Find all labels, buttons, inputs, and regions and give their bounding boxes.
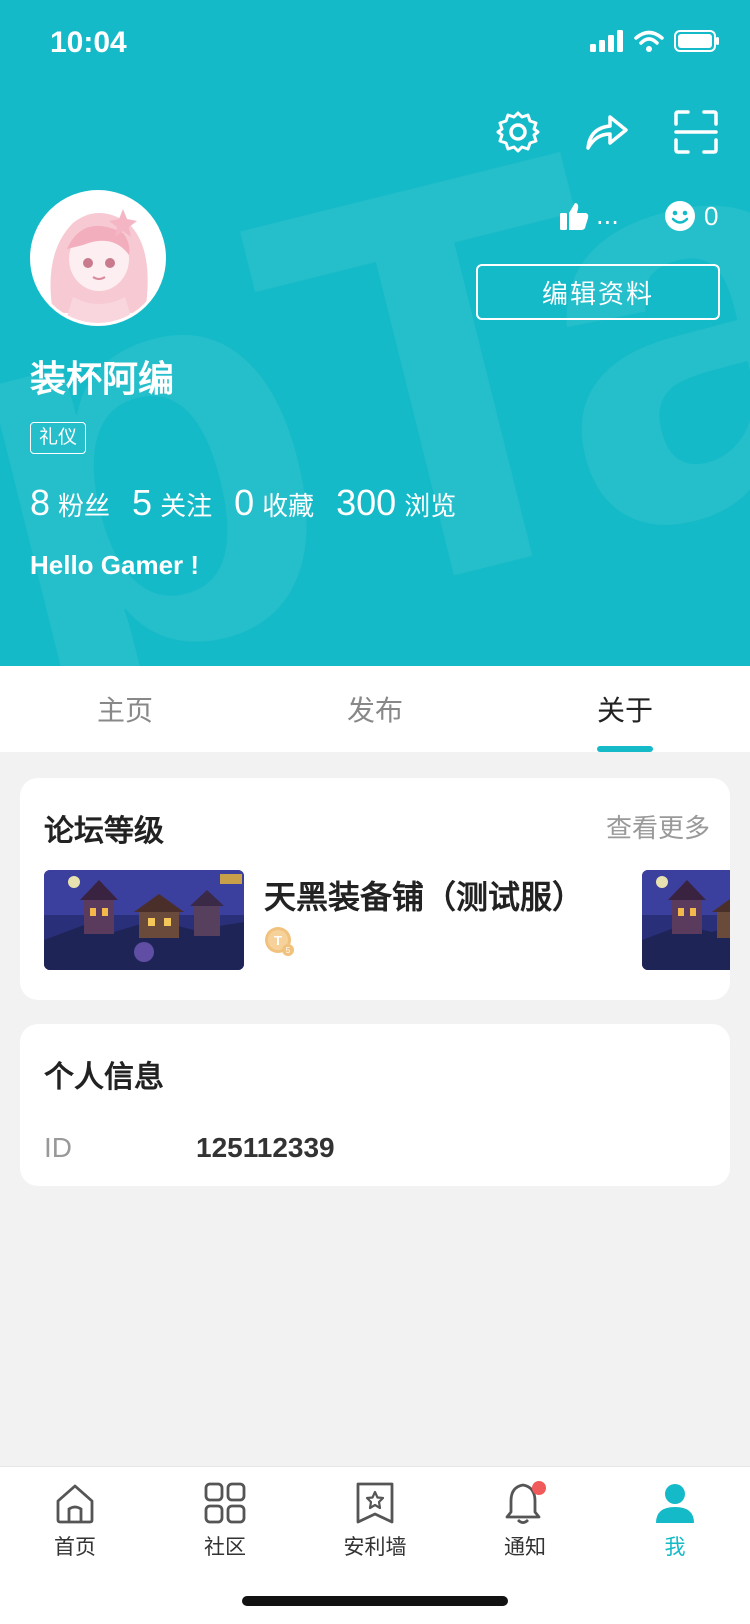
following-count[interactable]: 5 <box>132 482 152 524</box>
level-badge-icon: T 5 <box>265 927 294 956</box>
favorites-label[interactable]: 收藏 <box>262 486 314 523</box>
nav-item-home[interactable]: 首页 <box>0 1467 150 1577</box>
fans-label[interactable]: 粉丝 <box>58 486 110 523</box>
level-badge-text: T <box>274 933 282 948</box>
game-name[interactable]: 天黑装备铺（测试服） <box>264 872 584 918</box>
likes-count: ... <box>596 202 619 230</box>
tab-home[interactable]: 主页 <box>0 666 250 752</box>
nav-label-home: 首页 <box>54 1535 96 1559</box>
game-thumbnail[interactable] <box>44 870 244 970</box>
views-label: 浏览 <box>404 492 457 522</box>
status-bar: 10:04 <box>0 0 750 88</box>
following-label[interactable]: 关注 <box>160 486 212 523</box>
nav-item-notifications[interactable]: 通知 <box>450 1467 600 1577</box>
grid-icon <box>204 1482 246 1524</box>
tab-posts[interactable]: 发布 <box>250 666 500 752</box>
personal-info-title: 个人信息 <box>44 1060 164 1095</box>
user-bio: Hello Gamer ! <box>30 550 200 580</box>
forum-level-card: 论坛等级 查看更多 天黑装备铺（测试服） T 5 <box>20 778 730 1000</box>
user-tag[interactable]: 礼仪 <box>30 422 87 454</box>
tab-about[interactable]: 关于 <box>500 666 750 752</box>
nav-label-recommend-wall: 安利墙 <box>343 1535 407 1559</box>
thumbs-up-icon <box>560 203 589 230</box>
game-art-image-next <box>642 870 730 970</box>
likes-stat: ... <box>558 196 619 236</box>
favorites-count[interactable]: 0 <box>234 482 254 524</box>
nav-item-me[interactable]: 我 <box>600 1467 750 1577</box>
status-time: 10:04 <box>50 26 127 59</box>
bell-icon <box>505 1481 546 1524</box>
notification-badge <box>532 1481 546 1495</box>
nav-label-community: 社区 <box>204 1535 246 1559</box>
nav-item-community[interactable]: 社区 <box>150 1467 300 1577</box>
home-indicator[interactable] <box>242 1596 508 1606</box>
username: 装杯阿编 <box>30 359 175 400</box>
share-icon[interactable] <box>582 108 630 156</box>
profile-tabs: 主页 发布 关于 <box>0 666 750 752</box>
bookmark-star-icon <box>356 1482 394 1524</box>
info-row-id: ID 125112339 <box>44 1132 335 1164</box>
settings-icon[interactable] <box>494 108 542 156</box>
battery-icon <box>674 30 719 52</box>
edit-profile-button[interactable]: 编辑资料 <box>476 264 720 320</box>
info-value-id: 125112339 <box>196 1132 335 1163</box>
fans-count[interactable]: 8 <box>30 482 50 524</box>
view-more-link[interactable]: 查看更多 <box>606 808 710 845</box>
home-icon <box>56 1484 94 1524</box>
avatar-illustration <box>33 193 163 323</box>
game-art-image <box>44 870 244 970</box>
nav-label-me: 我 <box>664 1535 686 1559</box>
smile-count: 0 <box>704 200 719 231</box>
nav-label-notifications: 通知 <box>504 1535 546 1559</box>
info-key-id: ID <box>44 1132 72 1163</box>
profile-counts: 8 粉丝 5 关注 0 收藏 300 浏览 <box>30 482 478 524</box>
wifi-icon <box>634 30 664 52</box>
views-count: 300 <box>336 482 397 523</box>
game-thumbnail-next[interactable] <box>642 870 730 970</box>
personal-info-card: 个人信息 ID 125112339 <box>20 1024 730 1186</box>
avatar[interactable] <box>30 190 166 326</box>
status-icons <box>590 30 720 52</box>
nav-item-recommend-wall[interactable]: 安利墙 <box>300 1467 450 1577</box>
profile-header: pTap 10:04 ... 0 编辑资料 装杯阿编 礼仪 8 粉丝 5 关注 … <box>0 0 750 666</box>
smile-icon <box>665 201 695 231</box>
scan-icon[interactable] <box>672 108 720 156</box>
forum-level-title: 论坛等级 <box>44 814 164 849</box>
person-icon <box>656 1484 694 1523</box>
svg-text:5: 5 <box>286 946 291 955</box>
signal-icon <box>590 30 623 52</box>
smile-stat: 0 <box>664 196 718 236</box>
